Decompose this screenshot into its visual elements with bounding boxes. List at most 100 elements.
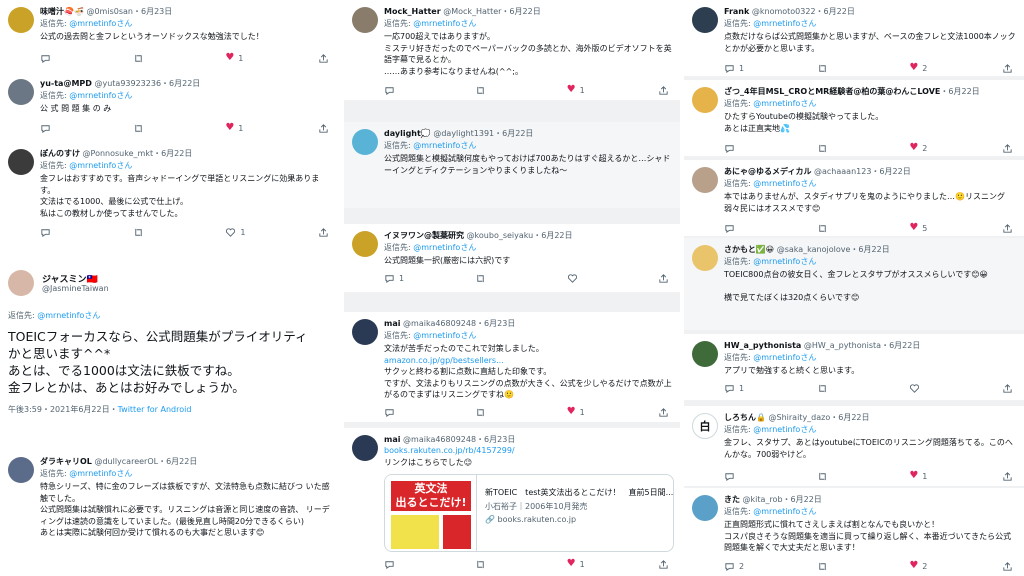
tweet-author-name[interactable]: 味噌汁🍣🍜 bbox=[40, 7, 84, 16]
retweet-button[interactable] bbox=[475, 273, 545, 284]
reply-button[interactable] bbox=[724, 143, 794, 154]
like-button[interactable]: ♥ 5 bbox=[909, 223, 979, 233]
reply-button[interactable] bbox=[40, 53, 110, 64]
share-button[interactable] bbox=[1002, 383, 1014, 394]
reply-button[interactable] bbox=[40, 123, 110, 134]
like-button[interactable] bbox=[567, 273, 637, 284]
tweet-source-link[interactable]: Twitter for Android bbox=[118, 405, 192, 414]
tweet-author-name[interactable]: yu-ta@MPD bbox=[40, 79, 92, 88]
featured-tweet[interactable]: ジャスミン🇹🇼 @JasmineTaiwan 返信先: @mrnetinfoさん… bbox=[0, 262, 340, 442]
tweet-author-name[interactable]: ぽんのすけ bbox=[40, 149, 80, 158]
tweet-author-name[interactable]: Frank bbox=[724, 7, 749, 16]
tweet-author-name[interactable]: あにゃ@ゆるメディカル bbox=[724, 167, 811, 176]
tweet-author-name[interactable]: さかもと✅😀 bbox=[724, 245, 774, 254]
share-button[interactable] bbox=[1002, 63, 1014, 74]
like-count: 5 bbox=[922, 223, 928, 233]
like-button[interactable]: ♥ 1 bbox=[567, 407, 637, 417]
retweet-button[interactable] bbox=[817, 63, 887, 74]
avatar[interactable] bbox=[692, 87, 718, 113]
reply-button[interactable]: 1 bbox=[724, 383, 794, 394]
like-button[interactable]: ♥ 1 bbox=[225, 123, 295, 133]
amazon-link[interactable]: amazon.co.jp/gp/bestsellers... bbox=[384, 355, 672, 367]
heart-outline-icon bbox=[567, 273, 577, 283]
avatar[interactable] bbox=[8, 7, 34, 33]
like-button[interactable]: 1 bbox=[225, 227, 295, 238]
tweet-author-name[interactable]: イヌヲワン@製薬研究 bbox=[384, 231, 464, 240]
reply-button[interactable] bbox=[384, 559, 454, 570]
avatar[interactable] bbox=[692, 495, 718, 521]
tweet-handle: @Ponnosuke_mkt bbox=[82, 149, 154, 158]
share-button[interactable] bbox=[318, 53, 330, 64]
retweet-button[interactable] bbox=[475, 559, 545, 570]
tweet-author-name[interactable]: ざつ_4年目MSL_CROとMR経験者@柏の葉@わんこLOVE bbox=[724, 87, 940, 96]
like-button[interactable]: ♥ 2 bbox=[909, 63, 979, 73]
reply-icon bbox=[385, 86, 394, 95]
reply-button[interactable] bbox=[384, 407, 454, 418]
like-button[interactable] bbox=[909, 383, 979, 394]
share-button[interactable] bbox=[658, 407, 670, 418]
reply-button[interactable] bbox=[724, 471, 794, 482]
reply-button[interactable] bbox=[384, 85, 454, 96]
avatar[interactable] bbox=[352, 129, 378, 155]
retweet-button[interactable] bbox=[817, 383, 887, 394]
like-button[interactable]: ♥ 2 bbox=[909, 143, 979, 153]
tweet-author-name[interactable]: Mock_Hatter bbox=[384, 7, 441, 16]
link-preview-card[interactable]: 英文法 出るとこだけ! 新TOEIC test英文法出るとこだけ！ 直前5日間.… bbox=[384, 474, 674, 552]
share-button[interactable] bbox=[1002, 223, 1014, 234]
share-button[interactable] bbox=[1002, 143, 1014, 154]
tweet-author-name[interactable]: daylight💭 bbox=[384, 129, 431, 138]
tweet-author-name[interactable]: mai bbox=[384, 319, 400, 328]
share-button[interactable] bbox=[1002, 561, 1014, 572]
share-button[interactable] bbox=[318, 123, 330, 134]
tweet-card[interactable]: daylight💭 @daylight1391・6月22日 返信先: @mrne… bbox=[344, 122, 680, 208]
tweet-author-name[interactable]: きた bbox=[724, 495, 740, 504]
like-button[interactable]: ♥ 1 bbox=[909, 471, 979, 481]
avatar[interactable]: 白 bbox=[692, 413, 718, 439]
retweet-button[interactable] bbox=[133, 53, 203, 64]
share-button[interactable] bbox=[1002, 471, 1014, 482]
retweet-button[interactable] bbox=[133, 227, 203, 238]
tweet-author-name[interactable]: ダラキャリOL bbox=[40, 457, 92, 466]
retweet-icon bbox=[477, 274, 485, 282]
like-button[interactable]: ♥ 1 bbox=[567, 559, 637, 569]
like-button[interactable]: ♥ 1 bbox=[567, 85, 637, 95]
like-button[interactable]: ♥ 1 bbox=[225, 53, 295, 63]
retweet-button[interactable] bbox=[475, 407, 545, 418]
reply-button[interactable]: 1 bbox=[724, 63, 794, 74]
tweet-author-name[interactable]: mai bbox=[384, 435, 400, 444]
tweet-author-name[interactable]: しろちん🔒 bbox=[724, 413, 766, 422]
avatar[interactable] bbox=[352, 7, 378, 33]
avatar[interactable] bbox=[352, 231, 378, 257]
share-button[interactable] bbox=[658, 85, 670, 96]
tweet-card[interactable]: ダラキャリOL @dullycareerOL・6月22日 返信先: @mrnet… bbox=[0, 450, 340, 576]
avatar[interactable] bbox=[8, 79, 34, 105]
like-button[interactable]: ♥ 2 bbox=[909, 561, 979, 571]
rakuten-link[interactable]: books.rakuten.co.jp/rb/4157299/ bbox=[384, 445, 672, 457]
retweet-button[interactable] bbox=[475, 85, 545, 96]
avatar[interactable] bbox=[8, 270, 34, 296]
tweet-card[interactable]: さかもと✅😀 @saka_kanojolove・6月22日 返信先: @mrne… bbox=[684, 238, 1024, 330]
reply-icon bbox=[41, 124, 50, 133]
share-button[interactable] bbox=[318, 227, 330, 238]
avatar[interactable] bbox=[352, 435, 378, 461]
retweet-button[interactable] bbox=[133, 123, 203, 134]
avatar[interactable] bbox=[692, 167, 718, 193]
retweet-button[interactable] bbox=[817, 143, 887, 154]
avatar[interactable] bbox=[8, 149, 34, 175]
avatar[interactable] bbox=[8, 457, 34, 483]
tweet-author-name[interactable]: HW_a_pythonista bbox=[724, 341, 801, 350]
retweet-button[interactable] bbox=[817, 561, 887, 572]
retweet-button[interactable] bbox=[817, 471, 887, 482]
avatar[interactable] bbox=[692, 7, 718, 33]
avatar[interactable] bbox=[692, 341, 718, 367]
share-button[interactable] bbox=[658, 273, 670, 284]
avatar[interactable] bbox=[352, 319, 378, 345]
reply-button[interactable]: 1 bbox=[384, 273, 454, 284]
reply-button[interactable] bbox=[724, 223, 794, 234]
reply-button[interactable] bbox=[40, 227, 110, 238]
share-button[interactable] bbox=[658, 559, 670, 570]
avatar[interactable] bbox=[692, 245, 718, 271]
like-count: 2 bbox=[922, 63, 928, 73]
reply-button[interactable]: 2 bbox=[724, 561, 794, 572]
retweet-button[interactable] bbox=[817, 223, 887, 234]
